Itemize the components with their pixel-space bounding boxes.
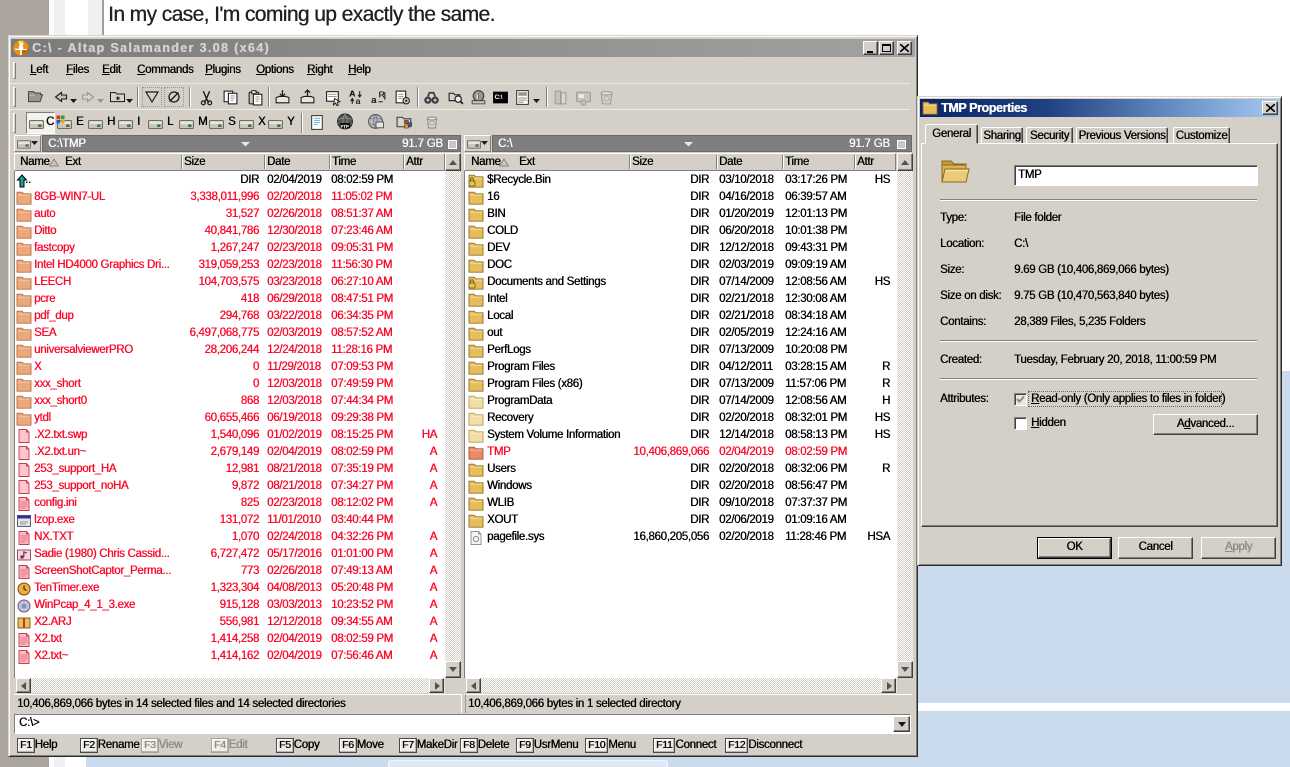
svg-text:FTP: FTP bbox=[340, 124, 349, 130]
svg-text:C:\: C:\ bbox=[495, 94, 503, 101]
svg-text:a: a bbox=[371, 95, 377, 106]
svg-text:A: A bbox=[349, 89, 355, 98]
svg-text:R: R bbox=[378, 90, 384, 100]
svg-text:i: i bbox=[476, 92, 478, 101]
